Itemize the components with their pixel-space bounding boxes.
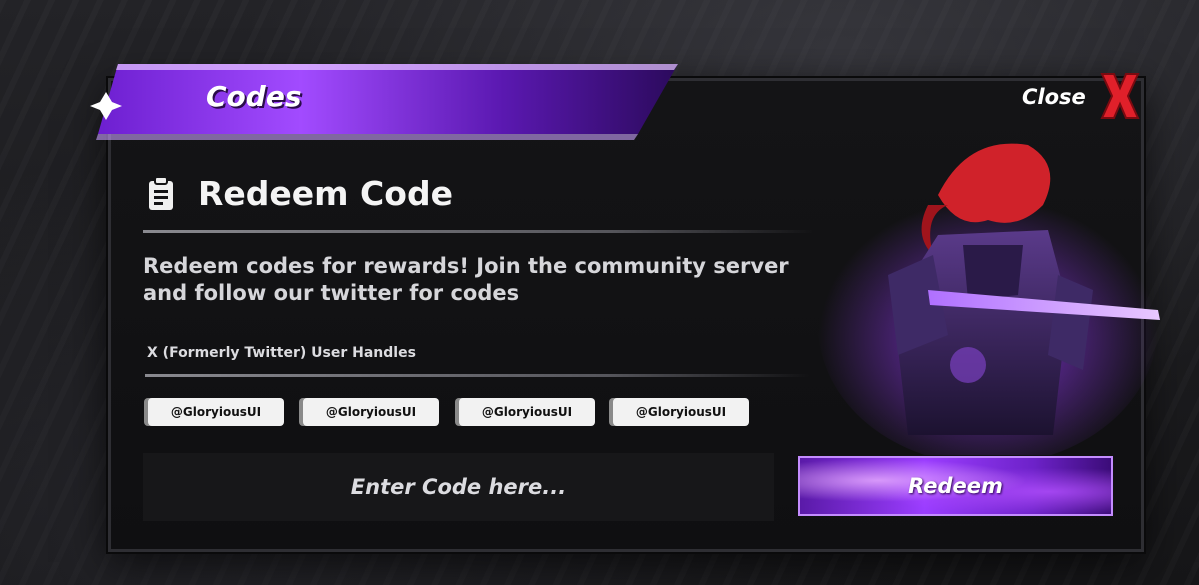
character-artwork bbox=[818, 143, 1160, 455]
handle-badge: @GloryiousUI bbox=[459, 398, 595, 426]
header-banner bbox=[78, 56, 678, 152]
handles-label: X (Formerly Twitter) User Handles bbox=[147, 345, 416, 361]
close-x-icon[interactable] bbox=[1098, 70, 1142, 122]
handle-badge: @GloryiousUI bbox=[303, 398, 439, 426]
heading-divider bbox=[143, 230, 813, 233]
handle-badge: @GloryiousUI bbox=[613, 398, 749, 426]
handles-divider bbox=[145, 374, 810, 377]
codes-title: Codes bbox=[206, 80, 302, 113]
clipboard-icon bbox=[149, 176, 173, 210]
close-label[interactable]: Close bbox=[1022, 85, 1086, 109]
redeem-button[interactable]: Redeem bbox=[798, 456, 1113, 516]
redeem-code-heading: Redeem Code bbox=[198, 174, 453, 213]
redeem-description: Redeem codes for rewards! Join the commu… bbox=[143, 254, 789, 305]
code-input[interactable] bbox=[143, 453, 774, 521]
handle-badge: @GloryiousUI bbox=[148, 398, 284, 426]
